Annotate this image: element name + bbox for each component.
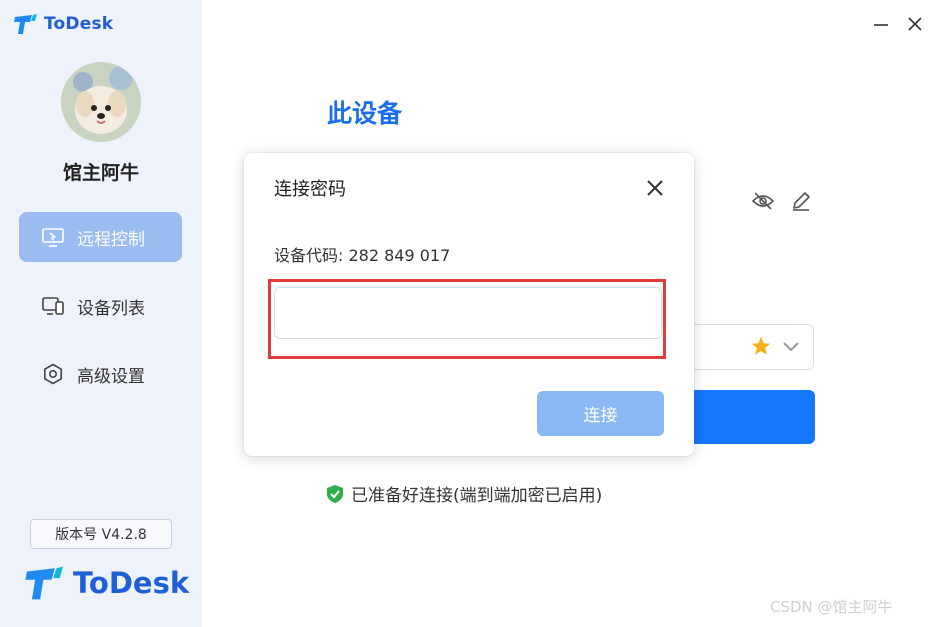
username: 馆主阿牛: [62, 162, 139, 184]
sidebar-item-label: 设备列表: [77, 298, 145, 319]
status-text: 已准备好连接(端到端加密已启用): [351, 486, 603, 506]
device-code-label: 设备代码: 282 849 017: [274, 246, 451, 265]
dialog-title: 连接密码: [274, 179, 346, 200]
password-dialog: 连接密码 设备代码: 282 849 017 连接: [244, 153, 694, 456]
version-badge: 版本号 V4.2.8: [30, 519, 172, 549]
password-input[interactable]: [274, 287, 662, 339]
brand-name: ToDesk: [73, 566, 190, 600]
chevron-down-icon[interactable]: [782, 340, 800, 354]
hide-password-icon[interactable]: [751, 190, 775, 212]
brand-name: ToDesk: [44, 14, 114, 34]
todesk-logo-icon: [25, 566, 63, 600]
minimize-icon: [874, 24, 888, 26]
settings-icon: [44, 363, 62, 385]
edit-icon[interactable]: [790, 190, 812, 212]
close-window-button[interactable]: [903, 12, 927, 36]
brand-header: ToDesk: [14, 13, 113, 35]
avatar[interactable]: [61, 62, 141, 142]
sidebar: ToDesk 馆主阿牛 远程控制 设备列表 高级设置 版本号 V4.2.8 To…: [0, 0, 202, 627]
close-icon: [908, 17, 922, 31]
device-list-icon: [42, 297, 64, 315]
app-window: ToDesk 馆主阿牛 远程控制 设备列表 高级设置 版本号 V4.2.8 To…: [0, 0, 935, 627]
connect-button[interactable]: 连接: [537, 391, 664, 436]
star-icon[interactable]: [750, 335, 772, 357]
sidebar-item-remote-control[interactable]: 远程控制: [19, 212, 182, 262]
connect-partner-button[interactable]: [680, 390, 815, 444]
sidebar-item-label: 远程控制: [77, 229, 145, 250]
remote-control-icon: [42, 228, 64, 247]
minimize-button[interactable]: [869, 12, 893, 36]
sidebar-item-settings[interactable]: 高级设置: [19, 349, 182, 399]
watermark: CSDN @馆主阿牛: [770, 598, 893, 616]
connection-status: 已准备好连接(端到端加密已启用): [326, 481, 602, 506]
close-icon[interactable]: [644, 177, 666, 199]
sidebar-item-label: 高级设置: [77, 366, 145, 387]
sidebar-item-device-list[interactable]: 设备列表: [19, 281, 182, 331]
todesk-logo-icon: [14, 14, 37, 34]
page-title: 此设备: [327, 99, 403, 128]
avatar-image: [61, 62, 141, 142]
brand-footer: ToDesk: [25, 565, 189, 601]
shield-check-icon: [327, 484, 343, 503]
